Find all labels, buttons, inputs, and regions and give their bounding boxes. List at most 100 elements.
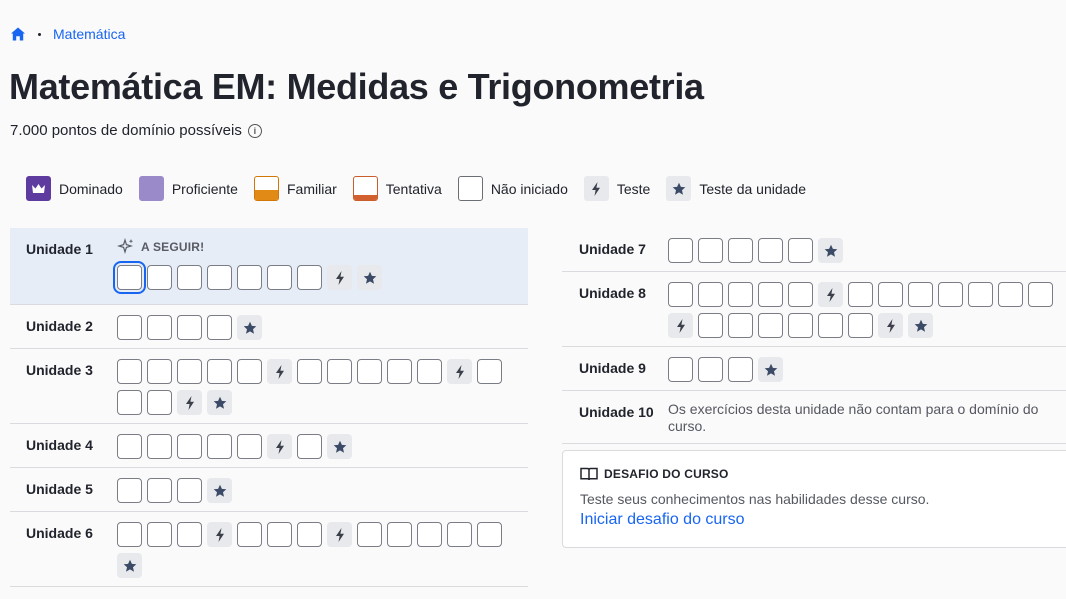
- skill-box[interactable]: [267, 522, 292, 547]
- skill-box[interactable]: [177, 434, 202, 459]
- skill-box[interactable]: [818, 313, 843, 338]
- skill-box[interactable]: [477, 522, 502, 547]
- skill-box[interactable]: [668, 357, 693, 382]
- skill-box[interactable]: [117, 478, 142, 503]
- unit-test-star-icon[interactable]: [357, 265, 382, 290]
- skill-box[interactable]: [758, 313, 783, 338]
- skill-box[interactable]: [477, 359, 502, 384]
- quiz-icon[interactable]: [267, 434, 292, 459]
- skill-box[interactable]: [207, 434, 232, 459]
- unit-name[interactable]: Unidade 6: [10, 522, 117, 578]
- quiz-icon[interactable]: [818, 282, 843, 307]
- skill-box[interactable]: [668, 238, 693, 263]
- skill-box[interactable]: [237, 359, 262, 384]
- skill-box[interactable]: [207, 265, 232, 290]
- skill-box[interactable]: [147, 390, 172, 415]
- skill-box[interactable]: [758, 282, 783, 307]
- skill-box[interactable]: [788, 282, 813, 307]
- unit-test-star-icon[interactable]: [327, 434, 352, 459]
- skill-box[interactable]: [968, 282, 993, 307]
- unit-name[interactable]: Unidade 1: [10, 238, 117, 290]
- skill-box[interactable]: [297, 359, 322, 384]
- skill-box[interactable]: [417, 359, 442, 384]
- skill-box[interactable]: [1028, 282, 1053, 307]
- skill-box[interactable]: [177, 522, 202, 547]
- unit-name[interactable]: Unidade 8: [562, 282, 668, 338]
- quiz-icon[interactable]: [327, 522, 352, 547]
- unit-name[interactable]: Unidade 9: [562, 357, 668, 382]
- skill-box[interactable]: [237, 265, 262, 290]
- skill-box[interactable]: [447, 522, 472, 547]
- skill-box[interactable]: [117, 390, 142, 415]
- unit-test-star-icon[interactable]: [207, 478, 232, 503]
- skill-box[interactable]: [147, 478, 172, 503]
- skill-box[interactable]: [147, 522, 172, 547]
- skill-box[interactable]: [668, 282, 693, 307]
- skill-box[interactable]: [357, 522, 382, 547]
- skill-box[interactable]: [207, 315, 232, 340]
- skill-box[interactable]: [297, 434, 322, 459]
- quiz-icon[interactable]: [447, 359, 472, 384]
- unit-test-star-icon[interactable]: [207, 390, 232, 415]
- skill-box[interactable]: [117, 522, 142, 547]
- skill-box[interactable]: [728, 313, 753, 338]
- skill-box[interactable]: [728, 282, 753, 307]
- skill-box[interactable]: [698, 238, 723, 263]
- home-icon[interactable]: [10, 26, 26, 42]
- skill-box[interactable]: [908, 282, 933, 307]
- quiz-icon[interactable]: [668, 313, 693, 338]
- breadcrumb-link-matematica[interactable]: Matemática: [53, 26, 125, 42]
- skill-box[interactable]: [788, 238, 813, 263]
- skill-box[interactable]: [848, 313, 873, 338]
- unit-name[interactable]: Unidade 3: [10, 359, 117, 415]
- skill-box[interactable]: [177, 265, 202, 290]
- skill-box[interactable]: [698, 357, 723, 382]
- skill-box[interactable]: [848, 282, 873, 307]
- skill-box[interactable]: [117, 359, 142, 384]
- unit-name[interactable]: Unidade 4: [10, 434, 117, 459]
- skill-box[interactable]: [267, 265, 292, 290]
- quiz-icon[interactable]: [327, 265, 352, 290]
- unit-name[interactable]: Unidade 5: [10, 478, 117, 503]
- skill-box[interactable]: [177, 315, 202, 340]
- skill-box[interactable]: [237, 522, 262, 547]
- skill-box[interactable]: [998, 282, 1023, 307]
- unit-test-star-icon[interactable]: [758, 357, 783, 382]
- quiz-icon[interactable]: [207, 522, 232, 547]
- skill-box[interactable]: [728, 357, 753, 382]
- skill-box[interactable]: [698, 282, 723, 307]
- skill-box[interactable]: [147, 434, 172, 459]
- skill-box[interactable]: [417, 522, 442, 547]
- quiz-icon[interactable]: [878, 313, 903, 338]
- unit-name[interactable]: Unidade 10: [562, 401, 668, 435]
- unit-test-star-icon[interactable]: [818, 238, 843, 263]
- skill-box[interactable]: [147, 359, 172, 384]
- skill-box-current[interactable]: [113, 261, 146, 294]
- skill-box[interactable]: [878, 282, 903, 307]
- quiz-icon[interactable]: [267, 359, 292, 384]
- skill-box[interactable]: [728, 238, 753, 263]
- unit-name[interactable]: Unidade 7: [562, 238, 668, 263]
- unit-test-star-icon[interactable]: [908, 313, 933, 338]
- skill-box[interactable]: [147, 265, 172, 290]
- skill-box[interactable]: [327, 359, 352, 384]
- skill-box[interactable]: [147, 315, 172, 340]
- unit-name[interactable]: Unidade 2: [10, 315, 117, 340]
- skill-box[interactable]: [207, 359, 232, 384]
- skill-box[interactable]: [177, 359, 202, 384]
- skill-box[interactable]: [297, 522, 322, 547]
- start-course-challenge-link[interactable]: Iniciar desafio do curso: [580, 511, 1054, 529]
- info-icon[interactable]: i: [247, 123, 262, 138]
- skill-box[interactable]: [698, 313, 723, 338]
- skill-box[interactable]: [788, 313, 813, 338]
- unit-test-star-icon[interactable]: [237, 315, 262, 340]
- skill-box[interactable]: [387, 359, 412, 384]
- skill-box[interactable]: [117, 434, 142, 459]
- skill-box[interactable]: [297, 265, 322, 290]
- skill-box[interactable]: [237, 434, 262, 459]
- skill-box[interactable]: [758, 238, 783, 263]
- skill-box[interactable]: [177, 478, 202, 503]
- skill-box[interactable]: [117, 315, 142, 340]
- skill-box[interactable]: [938, 282, 963, 307]
- quiz-icon[interactable]: [177, 390, 202, 415]
